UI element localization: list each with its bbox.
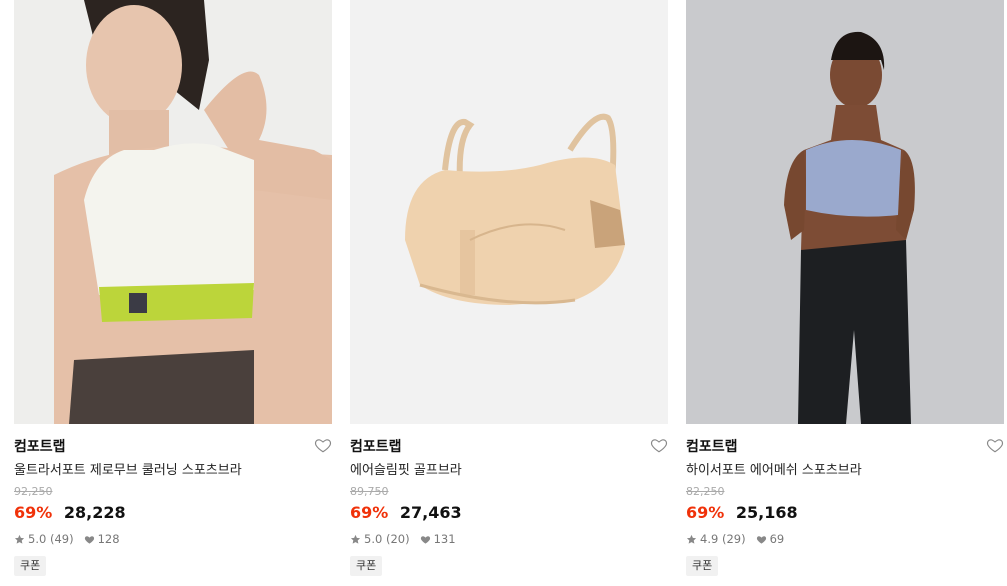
original-price: 89,750: [350, 485, 389, 498]
original-price: 92,250: [14, 485, 53, 498]
product-name[interactable]: 울트라서포트 제로무브 쿨러닝 스포츠브라: [14, 462, 332, 480]
product-grid: 컴포트랩 울트라서포트 제로무브 쿨러닝 스포츠브라 92,250 69% 28…: [0, 0, 1007, 586]
discount-rate: 69%: [350, 503, 389, 522]
coupon-badge: 쿠폰: [686, 556, 719, 576]
star-icon: [14, 534, 25, 545]
heart-filled-icon: [756, 534, 767, 545]
brand-name: 컴포트랩: [350, 439, 402, 455]
review-count: (29): [721, 532, 746, 546]
product-card[interactable]: 컴포트랩 하이서포트 에어메쉬 스포츠브라 82,250 69% 25,168 …: [686, 0, 1004, 576]
heart-filled-icon: [84, 534, 95, 545]
sale-price: 25,168: [735, 503, 798, 522]
product-image[interactable]: [350, 0, 668, 424]
original-price: 82,250: [686, 485, 725, 498]
product-card[interactable]: 컴포트랩 울트라서포트 제로무브 쿨러닝 스포츠브라 92,250 69% 28…: [14, 0, 332, 576]
rating: 5.0: [28, 532, 47, 546]
star-icon: [686, 534, 697, 545]
rating: 5.0: [364, 532, 383, 546]
heart-outline-icon[interactable]: [986, 436, 1004, 454]
review-count: (49): [49, 532, 74, 546]
coupon-badge: 쿠폰: [14, 556, 47, 576]
sale-price: 28,228: [63, 503, 126, 522]
price-line: 69% 27,463: [350, 503, 668, 523]
product-name[interactable]: 에어슬림핏 골프브라: [350, 462, 668, 480]
price-line: 69% 28,228: [14, 503, 332, 523]
product-card[interactable]: 컴포트랩 에어슬림핏 골프브라 89,750 69% 27,463 5.0 (2…: [350, 0, 668, 576]
product-image[interactable]: [14, 0, 332, 424]
brand-name: 컴포트랩: [14, 439, 66, 455]
discount-rate: 69%: [686, 503, 725, 522]
like-count: 69: [769, 532, 785, 546]
rating: 4.9: [700, 532, 719, 546]
product-image[interactable]: [686, 0, 1004, 424]
like-count: 131: [433, 532, 456, 546]
product-meta: 5.0 (20) 131: [350, 532, 668, 546]
star-icon: [350, 534, 361, 545]
product-name[interactable]: 하이서포트 에어메쉬 스포츠브라: [686, 462, 1004, 480]
heart-filled-icon: [420, 534, 431, 545]
heart-outline-icon[interactable]: [314, 436, 332, 454]
discount-rate: 69%: [14, 503, 53, 522]
like-count: 128: [97, 532, 120, 546]
heart-outline-icon[interactable]: [650, 436, 668, 454]
product-meta: 5.0 (49) 128: [14, 532, 332, 546]
price-line: 69% 25,168: [686, 503, 1004, 523]
product-meta: 4.9 (29) 69: [686, 532, 1004, 546]
review-count: (20): [385, 532, 410, 546]
coupon-badge: 쿠폰: [350, 556, 383, 576]
brand-name: 컴포트랩: [686, 439, 738, 455]
sale-price: 27,463: [399, 503, 462, 522]
